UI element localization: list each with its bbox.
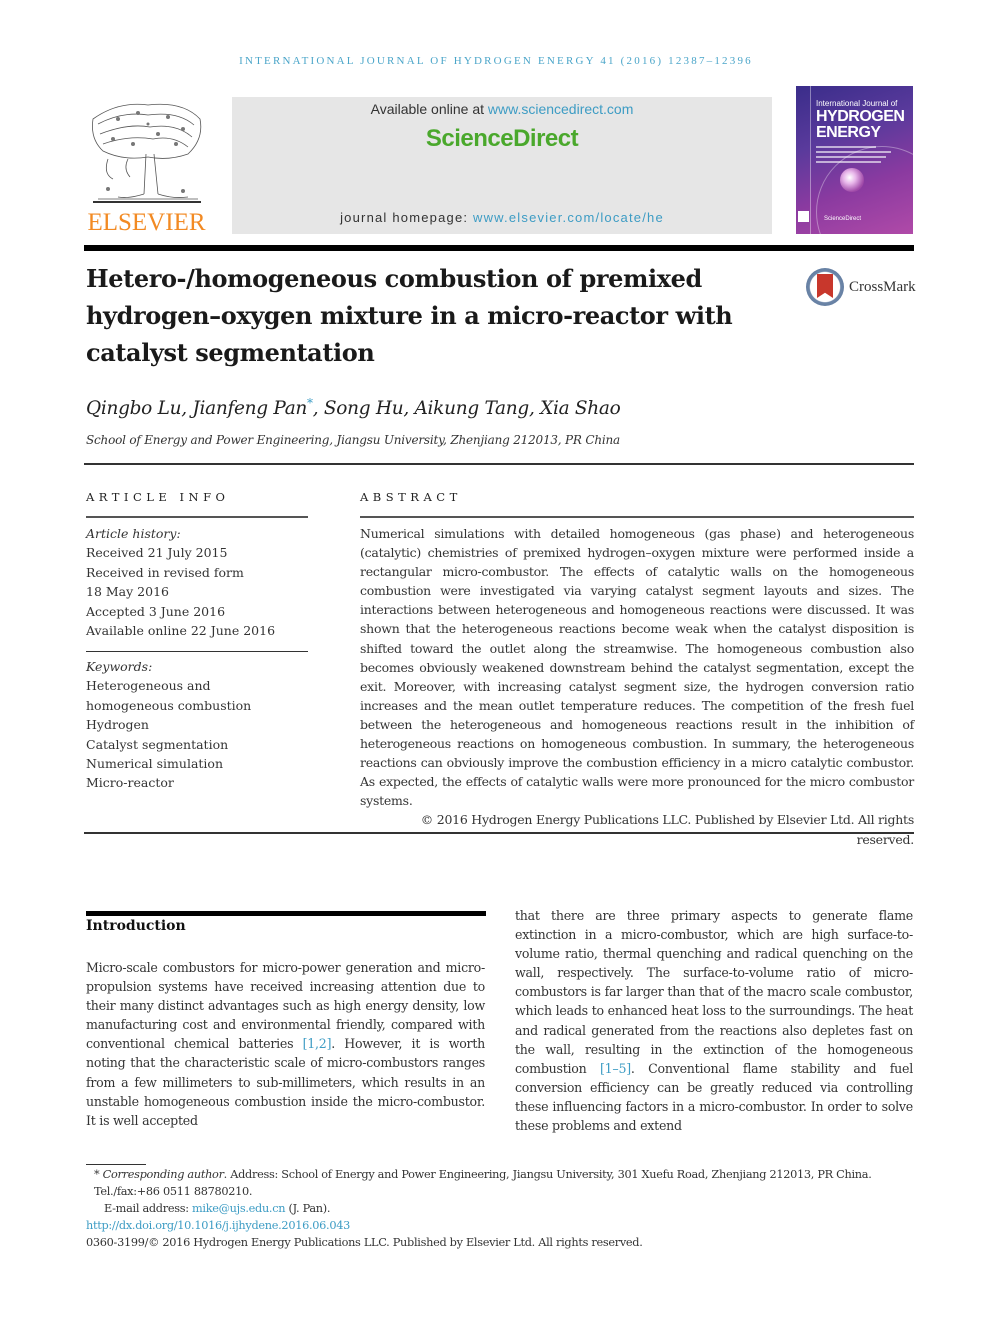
header-divider <box>84 245 914 251</box>
elsevier-tree-icon <box>88 99 205 209</box>
footnotes: * Corresponding author. Address: School … <box>86 1166 914 1251</box>
keyword-item: Micro-reactor <box>86 775 174 791</box>
email-note: E-mail address: mike@ujs.edu.cn (J. Pan)… <box>86 1200 914 1217</box>
sciencedirect-banner: Available online at www.sciencedirect.co… <box>232 97 772 234</box>
keywords-rule <box>86 651 308 652</box>
footnote-star: * <box>94 1168 100 1181</box>
author-name[interactable]: Aikung Tang <box>415 398 530 419</box>
body-text: that there are three primary aspects to … <box>515 908 913 1076</box>
author-name[interactable]: Xia Shao <box>540 398 621 419</box>
keywords-label: Keywords: <box>86 659 153 674</box>
email-label: E-mail address: <box>104 1202 193 1215</box>
journal-cover-thumbnail[interactable]: International Journal of HYDROGEN ENERGY… <box>796 86 913 234</box>
cover-journal-line: International Journal of <box>816 99 898 108</box>
sciencedirect-logo[interactable]: ScienceDirect <box>232 125 772 153</box>
history-item: Received 21 July 2015 <box>86 545 228 561</box>
footnote-rule <box>86 1164 146 1165</box>
author-separator: , <box>403 398 415 420</box>
author-name[interactable]: Qingbo Lu <box>86 398 182 419</box>
article-info-rule <box>86 516 308 518</box>
crossmark-label: CrossMark <box>849 279 916 295</box>
email-link[interactable]: mike@ujs.edu.cn <box>192 1202 286 1215</box>
abstract-copyright: © 2016 Hydrogen Energy Publications LLC.… <box>420 812 914 847</box>
cover-publisher-mark <box>798 211 809 222</box>
keyword-item: Heterogeneous and homogeneous combustion <box>86 678 252 713</box>
available-online-line: Available online at www.sciencedirect.co… <box>232 101 772 117</box>
author-name[interactable]: Song Hu <box>324 398 404 419</box>
section-divider <box>84 463 914 465</box>
citation-link[interactable]: [1–5] <box>600 1061 631 1076</box>
article-title: Hetero-/homogeneous combustion of premix… <box>86 264 733 367</box>
history-item: 18 May 2016 <box>86 584 169 600</box>
history-item: Accepted 3 June 2016 <box>86 603 226 619</box>
crossmark-button[interactable]: CrossMark <box>806 268 916 310</box>
corresponding-author-label: Corresponding author <box>102 1168 224 1181</box>
front-matter-divider <box>84 832 914 834</box>
article-history: Article history: Received 21 July 2015 R… <box>86 524 311 640</box>
body-column-left: Micro-scale combustors for micro-power g… <box>86 958 485 1130</box>
article-info-heading: ARTICLE INFO <box>86 490 230 504</box>
cover-orb-graphic <box>840 168 864 192</box>
history-item: Received in revised form <box>86 564 244 580</box>
article-history-label: Article history: <box>86 526 181 541</box>
author-name[interactable]: Jianfeng Pan <box>192 398 307 419</box>
email-suffix: (J. Pan). <box>285 1202 331 1215</box>
author-separator: , <box>181 398 193 420</box>
cover-sciencedirect-label: ScienceDirect <box>824 216 862 222</box>
cover-divider <box>810 86 811 234</box>
author-separator: , <box>528 398 541 420</box>
cover-title-energy: ENERGY <box>816 124 881 141</box>
abstract-rule <box>360 516 914 518</box>
body-column-right: that there are three primary aspects to … <box>515 906 913 1135</box>
sciencedirect-link[interactable]: www.sciencedirect.com <box>488 101 634 117</box>
keywords: Keywords: Heterogeneous and homogeneous … <box>86 657 311 793</box>
author-separator: , <box>312 398 324 420</box>
cover-title: HYDROGEN ENERGY <box>816 108 905 141</box>
introduction-heading: Introduction <box>86 918 186 934</box>
issn-copyright-line: 0360-3199/© 2016 Hydrogen Energy Publica… <box>86 1236 643 1249</box>
citation-link[interactable]: [1,2] <box>303 1036 332 1051</box>
history-item: Available online 22 June 2016 <box>86 623 276 639</box>
journal-homepage-line: journal homepage: www.elsevier.com/locat… <box>232 210 772 225</box>
corresponding-author-note: * Corresponding author. Address: School … <box>86 1166 914 1200</box>
doi-link[interactable]: http://dx.doi.org/10.1016/j.ijhydene.201… <box>86 1219 350 1232</box>
abstract-body: Numerical simulations with detailed homo… <box>360 524 914 849</box>
introduction-rule <box>86 911 486 916</box>
elsevier-wordmark: ELSEVIER <box>87 209 206 236</box>
elsevier-logo[interactable]: ELSEVIER <box>84 95 209 237</box>
abstract-heading: ABSTRACT <box>360 490 462 504</box>
journal-homepage-link[interactable]: www.elsevier.com/locate/he <box>473 210 664 225</box>
cover-title-hydrogen: HYDROGEN <box>816 108 905 125</box>
running-head: INTERNATIONAL JOURNAL OF HYDROGEN ENERGY… <box>239 55 753 67</box>
keyword-item: Numerical simulation <box>86 756 223 772</box>
keyword-item: Hydrogen <box>86 717 149 733</box>
abstract-text: Numerical simulations with detailed homo… <box>360 526 914 809</box>
keyword-item: Catalyst segmentation <box>86 736 229 752</box>
doi-line: http://dx.doi.org/10.1016/j.ijhydene.201… <box>86 1217 914 1234</box>
available-online-label: Available online at <box>370 101 488 117</box>
journal-homepage-label: journal homepage: <box>340 210 473 225</box>
author-list: Qingbo Lu, Jianfeng Pan*, Song Hu, Aikun… <box>86 396 621 420</box>
affiliation: School of Energy and Power Engineering, … <box>86 433 620 447</box>
